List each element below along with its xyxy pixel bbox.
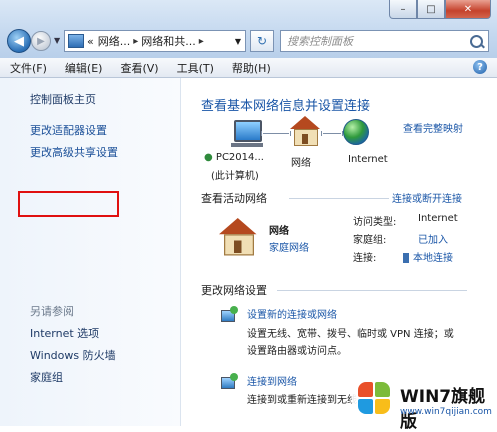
- breadcrumb-separator-icon[interactable]: ▸: [199, 36, 204, 47]
- menu-view[interactable]: 查看(V): [110, 60, 166, 76]
- refresh-icon: ↻: [256, 34, 268, 48]
- local-connection-text: 本地连接: [413, 253, 453, 264]
- pc-name-text: PC2014...: [215, 152, 264, 163]
- search-input[interactable]: 搜索控制面板: [287, 33, 470, 49]
- map-network-label: 网络: [291, 158, 311, 169]
- setup-new-connection-desc: 设置无线、宽带、拨号、临时或 VPN 连接；或: [247, 329, 454, 340]
- menu-file[interactable]: 文件(F): [0, 60, 55, 76]
- refresh-button[interactable]: ↻: [250, 30, 274, 52]
- setup-new-connection-link[interactable]: 设置新的连接或网络: [247, 306, 337, 321]
- window-titlebar: – □ ✕ ◀ ▶ ▼ « 网络... ▸ 网络和共... ▸ ▼ ↻ 搜索控制…: [0, 0, 497, 59]
- pc-name: ● PC2014...: [204, 152, 264, 163]
- divider: [289, 198, 389, 199]
- address-prefix: «: [87, 34, 94, 48]
- maximize-button[interactable]: □: [417, 0, 445, 19]
- sidebar: 控制面板主页 更改适配器设置 更改高级共享设置 另请参阅 Internet 选项…: [0, 78, 181, 426]
- recent-pages-dropdown[interactable]: ▼: [54, 36, 60, 45]
- see-also-homegroup[interactable]: 家庭组: [30, 369, 63, 385]
- page-title: 查看基本网络信息并设置连接: [201, 99, 371, 114]
- back-button[interactable]: ◀: [7, 29, 31, 53]
- full-map-link[interactable]: 查看完整映射: [403, 120, 463, 135]
- forward-button[interactable]: ▶: [31, 31, 51, 51]
- minimize-button[interactable]: –: [389, 0, 417, 19]
- menu-bar: 文件(F) 编辑(E) 查看(V) 工具(T) 帮助(H): [0, 58, 497, 78]
- connect-network-icon: [221, 373, 239, 389]
- home-network-icon: [219, 218, 257, 256]
- access-type-value: Internet: [418, 213, 458, 224]
- map-internet-label: Internet: [348, 154, 388, 165]
- connection-label: 连接:: [353, 253, 377, 264]
- watermark-url: www.win7qijian.com: [400, 407, 492, 417]
- new-connection-icon: [221, 306, 239, 322]
- highlight-box: [18, 191, 119, 217]
- connect-to-network-desc: 连接到或重新连接到无线...: [247, 395, 367, 406]
- control-panel-icon: [68, 34, 84, 48]
- active-networks-heading: 查看活动网络: [201, 192, 267, 205]
- setup-new-connection-desc-2: 设置路由器或访问点。: [247, 346, 347, 357]
- connect-to-network-link[interactable]: 连接到网络: [247, 373, 297, 388]
- network-house-icon: [290, 116, 320, 146]
- see-also-windows-firewall[interactable]: Windows 防火墙: [30, 347, 116, 363]
- menu-edit[interactable]: 编辑(E): [55, 60, 111, 76]
- network-adapter-icon: ●: [204, 152, 213, 163]
- breadcrumb-network[interactable]: 网络...: [98, 33, 131, 49]
- address-dropdown-icon[interactable]: ▼: [235, 37, 241, 46]
- change-settings-heading: 更改网络设置: [201, 284, 267, 297]
- breadcrumb-separator-icon[interactable]: ▸: [133, 36, 138, 47]
- ethernet-plug-icon: [403, 253, 409, 263]
- windows-logo-icon: [358, 382, 392, 416]
- homegroup-label: 家庭组:: [353, 235, 387, 246]
- sidebar-item-change-adapter-settings[interactable]: 更改适配器设置: [30, 122, 107, 138]
- address-bar[interactable]: « 网络... ▸ 网络和共... ▸ ▼: [64, 30, 246, 52]
- menu-tools[interactable]: 工具(T): [167, 60, 222, 76]
- local-connection-link[interactable]: 本地连接: [403, 249, 453, 264]
- close-button[interactable]: ✕: [445, 0, 491, 19]
- internet-globe-icon: [343, 119, 369, 145]
- access-type-label: 访问类型:: [353, 217, 397, 228]
- watermark: WIN7旗舰版 www.win7qijian.com: [352, 372, 497, 432]
- arrow-left-icon: ◀: [14, 33, 24, 49]
- divider: [277, 290, 467, 291]
- network-type-link[interactable]: 家庭网络: [269, 239, 309, 254]
- active-network-name: 网络: [269, 226, 289, 237]
- computer-icon: [231, 120, 263, 147]
- arrow-right-icon: ▶: [37, 35, 45, 47]
- menu-help[interactable]: 帮助(H): [222, 60, 279, 76]
- see-also-internet-options[interactable]: Internet 选项: [30, 325, 99, 341]
- breadcrumb-network-sharing[interactable]: 网络和共...: [141, 33, 196, 49]
- connection-line: [321, 131, 343, 136]
- pc-subtitle: (此计算机): [211, 171, 259, 182]
- window-controls: – □ ✕: [389, 0, 491, 19]
- help-icon[interactable]: ?: [473, 60, 487, 74]
- search-box[interactable]: 搜索控制面板: [280, 30, 489, 52]
- connect-disconnect-link[interactable]: 连接或断开连接: [392, 190, 462, 205]
- sidebar-item-change-advanced-sharing[interactable]: 更改高级共享设置: [30, 144, 118, 160]
- see-also-heading: 另请参阅: [30, 305, 74, 318]
- homegroup-link[interactable]: 已加入: [418, 231, 448, 246]
- search-icon[interactable]: [470, 34, 483, 48]
- sidebar-item-control-panel-home[interactable]: 控制面板主页: [30, 91, 96, 107]
- connection-line: [261, 131, 291, 136]
